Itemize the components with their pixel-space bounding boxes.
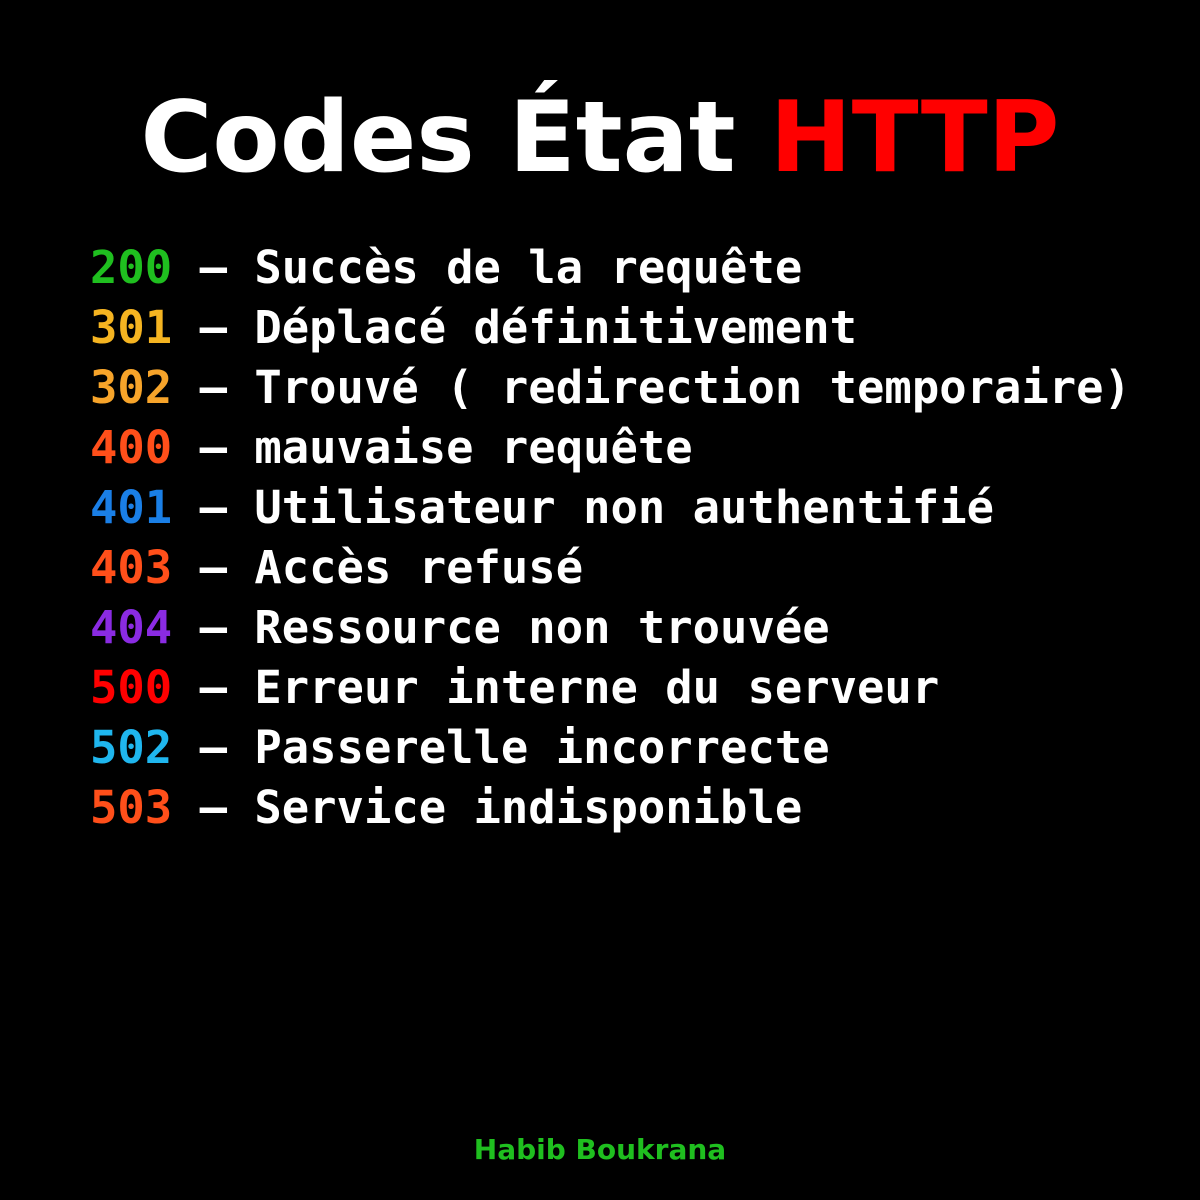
status-code: 302 [90,361,173,414]
status-separator: – [172,361,255,414]
status-code-row: 301 – Déplacé définitivement [90,298,1131,358]
status-code-list: 200 – Succès de la requête 301 – Déplacé… [90,238,1131,838]
page-title: Codes État HTTP [0,78,1200,198]
status-code: 500 [90,661,173,714]
status-code: 503 [90,781,173,834]
status-code: 301 [90,301,173,354]
status-description: Déplacé définitivement [254,301,858,354]
status-separator: – [172,241,255,294]
status-separator: – [172,661,255,714]
status-code-row: 200 – Succès de la requête [90,238,1131,298]
status-description: Erreur interne du serveur [254,661,940,714]
author-credit: Habib Boukrana [473,1133,727,1166]
status-description: Passerelle incorrecte [254,721,830,774]
status-code: 502 [90,721,173,774]
status-description: Accès refusé [254,541,584,594]
status-code-row: 404 – Ressource non trouvée [90,598,1131,658]
status-code-row: 403 – Accès refusé [90,538,1131,598]
status-separator: – [172,301,255,354]
status-description: Ressource non trouvée [254,601,830,654]
status-description: Trouvé ( redirection temporaire) [254,361,1131,414]
status-code: 401 [90,481,173,534]
status-code: 200 [90,241,173,294]
status-code-row: 503 – Service indisponible [90,778,1131,838]
status-code: 404 [90,601,173,654]
title-main: Codes État [140,81,736,195]
status-code-row: 400 – mauvaise requête [90,418,1131,478]
title-accent: HTTP [769,81,1060,195]
status-separator: – [172,601,255,654]
status-separator: – [172,481,255,534]
status-separator: – [172,541,255,594]
status-description: mauvaise requête [254,421,693,474]
status-code-row: 401 – Utilisateur non authentifié [90,478,1131,538]
status-description: Service indisponible [254,781,803,834]
status-code-row: 502 – Passerelle incorrecte [90,718,1131,778]
status-code: 400 [90,421,173,474]
status-separator: – [172,781,255,834]
status-code-row: 302 – Trouvé ( redirection temporaire) [90,358,1131,418]
status-code-row: 500 – Erreur interne du serveur [90,658,1131,718]
status-description: Utilisateur non authentifié [254,481,994,534]
status-code: 403 [90,541,173,594]
status-description: Succès de la requête [254,241,803,294]
status-separator: – [172,721,255,774]
status-separator: – [172,421,255,474]
